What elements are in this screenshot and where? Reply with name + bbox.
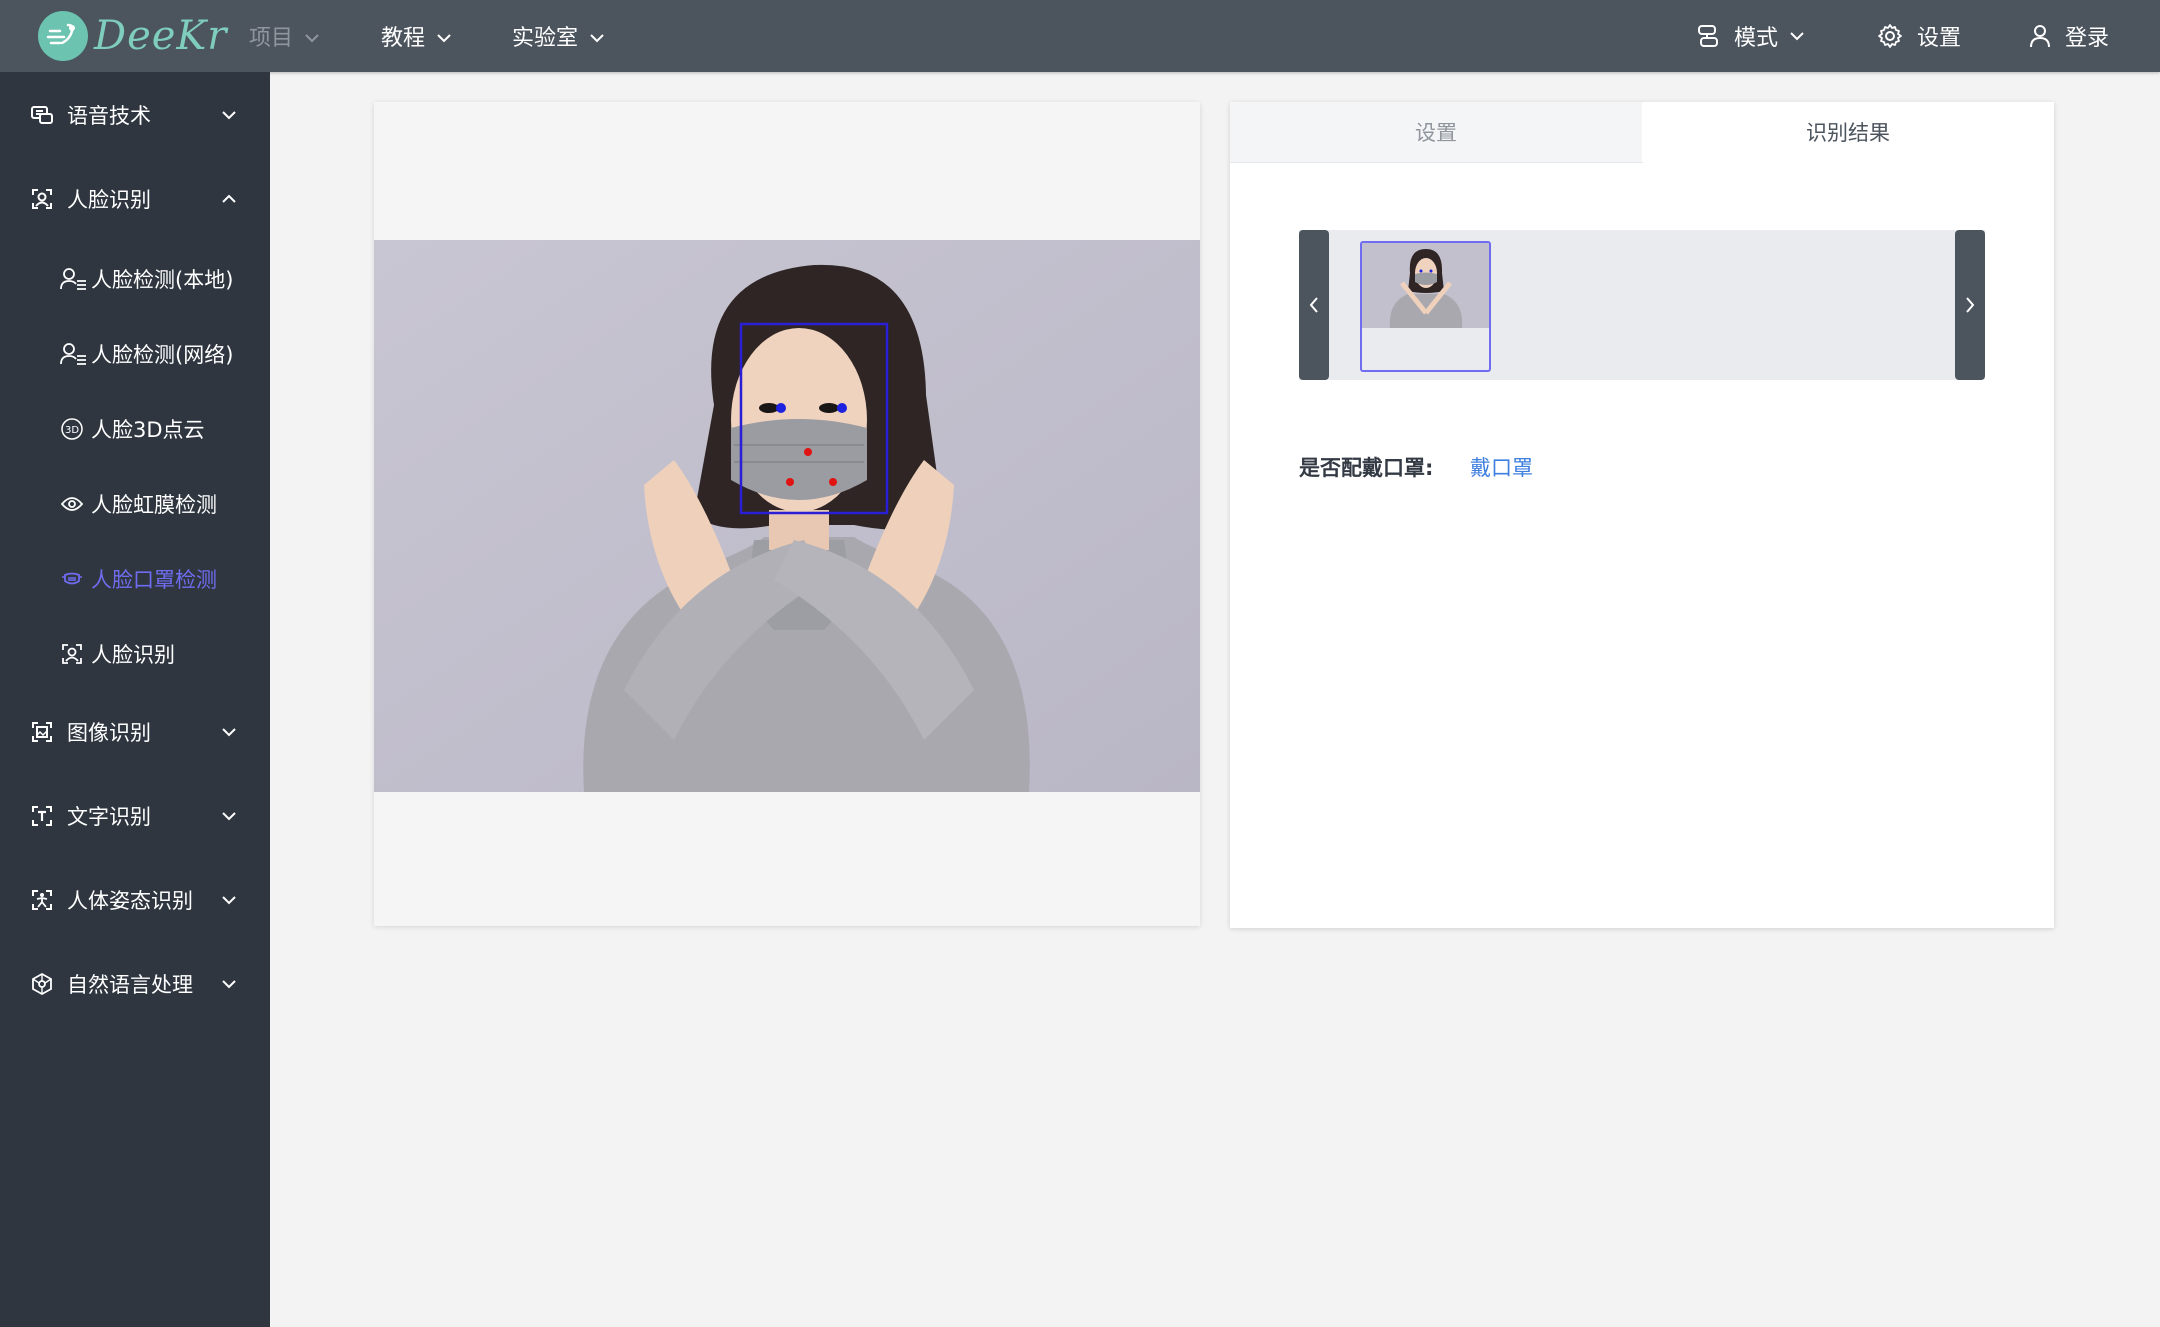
mask-result-label: 是否配戴口罩: [1299, 456, 1434, 480]
sidebar-group-label: 自然语言处理 [67, 973, 193, 997]
user-list-icon [60, 267, 88, 291]
sidebar-item-iris[interactable]: 人脸虹膜检测 [0, 476, 270, 532]
tab-result-label: 识别结果 [1806, 121, 1890, 145]
sidebar-item-label: 人脸检测(网络) [91, 343, 234, 367]
result-thumbnail[interactable] [1360, 241, 1491, 372]
3d-icon: 3D [60, 417, 84, 441]
mask-result-value: 戴口罩 [1470, 456, 1533, 480]
face-icon [60, 642, 84, 666]
sidebar: 语音技术 人脸识别 人脸检测(本地) 人脸检测(网络) 3D 人脸3D点云 人脸… [0, 72, 270, 1327]
nav-tutorials[interactable]: 教程 [381, 0, 451, 72]
chevron-down-icon [222, 110, 236, 120]
nav-projects[interactable]: 项目 [249, 0, 319, 72]
result-carousel [1299, 230, 1985, 380]
svg-text:3D: 3D [65, 425, 79, 436]
mode-dropdown[interactable]: 模式 [1696, 0, 1804, 72]
chevron-down-icon [222, 811, 236, 821]
chevron-down-icon [222, 727, 236, 737]
sidebar-item-mask-detect[interactable]: 人脸口罩检测 [0, 551, 270, 607]
sidebar-group-text[interactable]: 文字识别 [0, 786, 270, 846]
nav-lab-label: 实验室 [512, 26, 579, 51]
mode-icon [1696, 23, 1720, 49]
sidebar-group-image[interactable]: 图像识别 [0, 702, 270, 762]
user-icon [2029, 24, 2051, 48]
login-button[interactable]: 登录 [2029, 0, 2109, 72]
sidebar-item-label: 人脸口罩检测 [91, 568, 217, 592]
eye-icon [60, 492, 84, 516]
mask-icon [60, 567, 84, 591]
result-panel: 设置 识别结果 是否配戴口罩: 戴口罩 [1230, 102, 2054, 928]
tab-settings[interactable]: 设置 [1230, 102, 1643, 163]
sidebar-group-label: 人脸识别 [67, 188, 151, 212]
sidebar-item-label: 人脸虹膜检测 [91, 493, 217, 517]
chevron-down-icon [437, 24, 451, 49]
sidebar-group-nlp[interactable]: 自然语言处理 [0, 954, 270, 1014]
sidebar-item-label: 人脸识别 [91, 643, 175, 667]
tab-result[interactable]: 识别结果 [1642, 102, 2054, 162]
gear-icon [1877, 23, 1903, 49]
image-scan-icon [30, 720, 54, 744]
tab-settings-label: 设置 [1415, 121, 1457, 145]
sidebar-group-body-pose[interactable]: 人体姿态识别 [0, 870, 270, 930]
image-preview-panel [374, 102, 1200, 926]
top-navbar: DeeKr 项目 教程 实验室 模式 设置 登录 [0, 0, 2160, 72]
sidebar-group-label: 人体姿态识别 [67, 889, 193, 913]
chevron-up-icon [222, 194, 236, 204]
carousel-next-button[interactable] [1955, 230, 1985, 380]
face-icon [30, 187, 54, 211]
sidebar-group-face[interactable]: 人脸识别 [0, 169, 270, 229]
chevron-down-icon [305, 24, 319, 49]
chevron-right-icon [1965, 296, 1975, 314]
mode-label: 模式 [1734, 26, 1779, 51]
sidebar-group-speech[interactable]: 语音技术 [0, 85, 270, 145]
chevron-down-icon [222, 895, 236, 905]
sidebar-group-label: 图像识别 [67, 721, 151, 745]
speech-icon [30, 103, 54, 127]
body-pose-icon [30, 888, 54, 912]
chevron-left-icon [1309, 296, 1319, 314]
login-label: 登录 [2065, 26, 2110, 51]
chevron-down-icon [222, 979, 236, 989]
sidebar-item-face-detect-local[interactable]: 人脸检测(本地) [0, 251, 270, 307]
chevron-down-icon [590, 24, 604, 49]
settings-label: 设置 [1917, 26, 1962, 51]
sidebar-item-face-3d[interactable]: 3D 人脸3D点云 [0, 401, 270, 457]
nav-projects-label: 项目 [249, 26, 294, 51]
text-scan-icon [30, 804, 54, 828]
sidebar-group-label: 文字识别 [67, 805, 151, 829]
carousel-prev-button[interactable] [1299, 230, 1329, 380]
nlp-icon [30, 972, 54, 996]
user-list-icon [60, 342, 88, 366]
logo-icon [38, 11, 88, 61]
app-logo[interactable]: DeeKr [38, 8, 227, 64]
nav-tutorials-label: 教程 [381, 26, 426, 51]
sidebar-item-label: 人脸检测(本地) [91, 268, 234, 292]
nav-lab[interactable]: 实验室 [512, 0, 604, 72]
settings-button[interactable]: 设置 [1877, 0, 1961, 72]
logo-text: DeeKr [94, 13, 228, 59]
sidebar-group-label: 语音技术 [67, 104, 151, 128]
sidebar-item-face-detect-network[interactable]: 人脸检测(网络) [0, 326, 270, 382]
sidebar-item-face-recognition[interactable]: 人脸识别 [0, 626, 270, 682]
detection-image [374, 240, 1200, 792]
chevron-down-icon [1790, 31, 1804, 41]
sidebar-item-label: 人脸3D点云 [91, 418, 205, 442]
